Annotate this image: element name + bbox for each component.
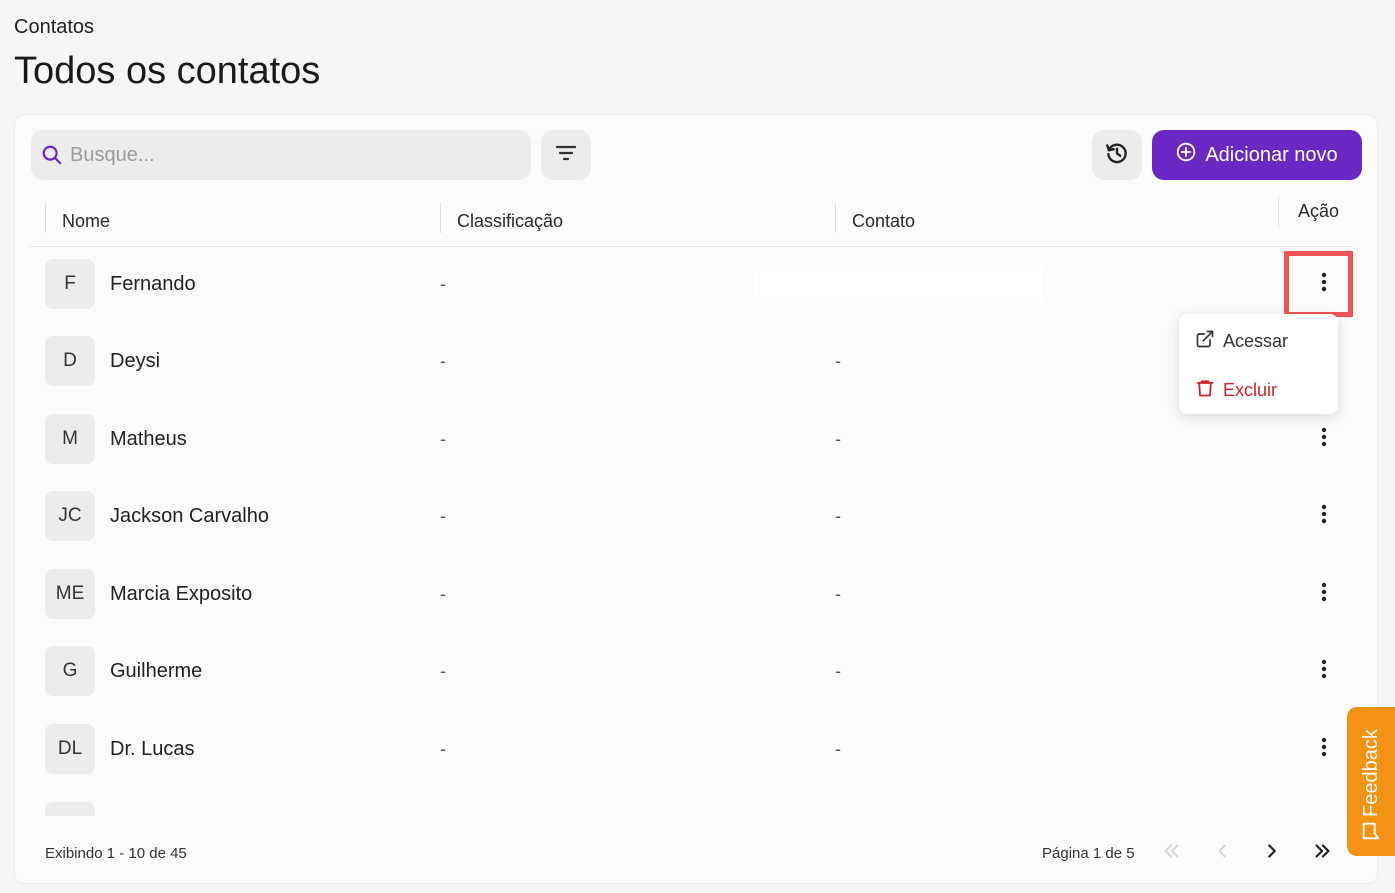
plus-circle-icon [1176, 142, 1196, 168]
page-indicator: Página 1 de 5 [1042, 844, 1135, 862]
row-actions-button[interactable] [1304, 729, 1344, 769]
contact-name[interactable]: Marcia Exposito [110, 569, 252, 619]
menu-item-access[interactable]: Acessar [1179, 318, 1338, 364]
column-header-nome[interactable]: Nome [62, 195, 110, 247]
history-icon [1104, 140, 1130, 171]
classification-value: - [440, 505, 446, 526]
classification-value: - [440, 660, 446, 681]
feedback-label: Feedback [1360, 729, 1382, 817]
menu-item-delete-label: Excluir [1223, 379, 1278, 400]
table-row[interactable]: G Guilherme - - [45, 646, 1345, 696]
chevron-right-icon [1261, 840, 1283, 867]
more-vertical-icon [1321, 659, 1327, 684]
avatar: ME [45, 569, 95, 619]
table-row[interactable]: DL Dr. Lucas - - [45, 724, 1345, 774]
contact-name[interactable]: Fernando [110, 259, 196, 309]
classification-value: - [440, 350, 446, 371]
avatar: D [45, 336, 95, 386]
contact-value: - [835, 428, 841, 449]
more-vertical-icon [1321, 272, 1327, 297]
chevrons-right-icon [1311, 840, 1333, 867]
row-actions-button[interactable] [1304, 264, 1344, 304]
row-actions-button[interactable] [1304, 574, 1344, 614]
more-vertical-icon [1321, 427, 1327, 452]
breadcrumb[interactable]: Contatos [14, 16, 94, 39]
avatar [45, 802, 95, 816]
history-button[interactable] [1092, 130, 1142, 180]
classification-value: - [440, 738, 446, 759]
search-icon [40, 143, 64, 167]
more-vertical-icon [1321, 504, 1327, 529]
contact-name[interactable]: Deysi [110, 336, 160, 386]
contact-value: - [835, 660, 841, 681]
contact-name[interactable]: Dr. Lucas [110, 724, 194, 774]
column-header-contato[interactable]: Contato [852, 195, 915, 247]
column-separator [440, 203, 441, 233]
external-link-icon [1195, 329, 1215, 354]
previous-page-button[interactable] [1205, 836, 1239, 870]
contact-value: - [835, 738, 841, 759]
feedback-tab[interactable]: Feedback [1347, 707, 1395, 856]
avatar: G [45, 646, 95, 696]
more-vertical-icon [1321, 582, 1327, 607]
classification-value: - [440, 428, 446, 449]
table-row[interactable]: JC Jackson Carvalho - - [45, 491, 1345, 541]
column-separator [45, 203, 46, 233]
classification-value: - [440, 273, 446, 294]
contact-name[interactable]: Jackson Carvalho [110, 491, 269, 541]
table-row[interactable]: ME Marcia Exposito - - [45, 569, 1345, 619]
add-new-button[interactable]: Adicionar novo [1152, 130, 1362, 180]
row-actions-menu: Acessar Excluir [1179, 314, 1338, 414]
table-header: Nome Classificação Contato Ação [29, 195, 1353, 247]
contact-name[interactable]: Matheus [110, 414, 187, 464]
search-input[interactable] [70, 143, 490, 167]
column-separator [1278, 197, 1279, 227]
avatar: F [45, 259, 95, 309]
more-vertical-icon [1321, 737, 1327, 762]
avatar: M [45, 414, 95, 464]
trash-icon [1195, 377, 1215, 404]
filter-icon [554, 141, 578, 170]
add-new-label: Adicionar novo [1205, 143, 1338, 166]
search-box[interactable] [31, 130, 531, 180]
table-row[interactable]: F Fernando - [45, 251, 1353, 317]
classification-value: - [440, 583, 446, 604]
chevron-left-icon [1211, 840, 1233, 867]
row-actions-button[interactable] [1304, 496, 1344, 536]
table-row[interactable]: D Deysi - - [45, 336, 1345, 386]
page-title: Todos os contatos [14, 50, 321, 92]
avatar: DL [45, 724, 95, 774]
last-page-button[interactable] [1305, 836, 1339, 870]
column-header-classificacao[interactable]: Classificação [457, 195, 563, 247]
contact-value: - [835, 583, 841, 604]
results-count: Exibindo 1 - 10 de 45 [45, 844, 187, 862]
chevrons-left-icon [1161, 840, 1183, 867]
table-row[interactable]: M Matheus - - [45, 414, 1345, 464]
avatar: JC [45, 491, 95, 541]
first-page-button[interactable] [1155, 836, 1189, 870]
contact-value: - [835, 350, 841, 371]
contact-value [755, 265, 1043, 303]
row-actions-button[interactable] [1304, 651, 1344, 691]
column-separator [835, 203, 836, 233]
contact-value: - [835, 505, 841, 526]
filter-button[interactable] [541, 130, 591, 180]
menu-item-access-label: Acessar [1223, 330, 1289, 351]
feedback-icon [1360, 819, 1382, 843]
contacts-card: Adicionar novo Nome Classificação Contat… [14, 114, 1378, 884]
row-actions-button[interactable] [1304, 419, 1344, 459]
next-page-button[interactable] [1255, 836, 1289, 870]
contacts-page: Contatos Todos os contatos Adicionar nov… [0, 0, 1395, 893]
column-header-acao: Ação [1298, 200, 1340, 221]
menu-item-delete[interactable]: Excluir [1179, 367, 1338, 413]
contact-name[interactable]: Guilherme [110, 646, 202, 696]
